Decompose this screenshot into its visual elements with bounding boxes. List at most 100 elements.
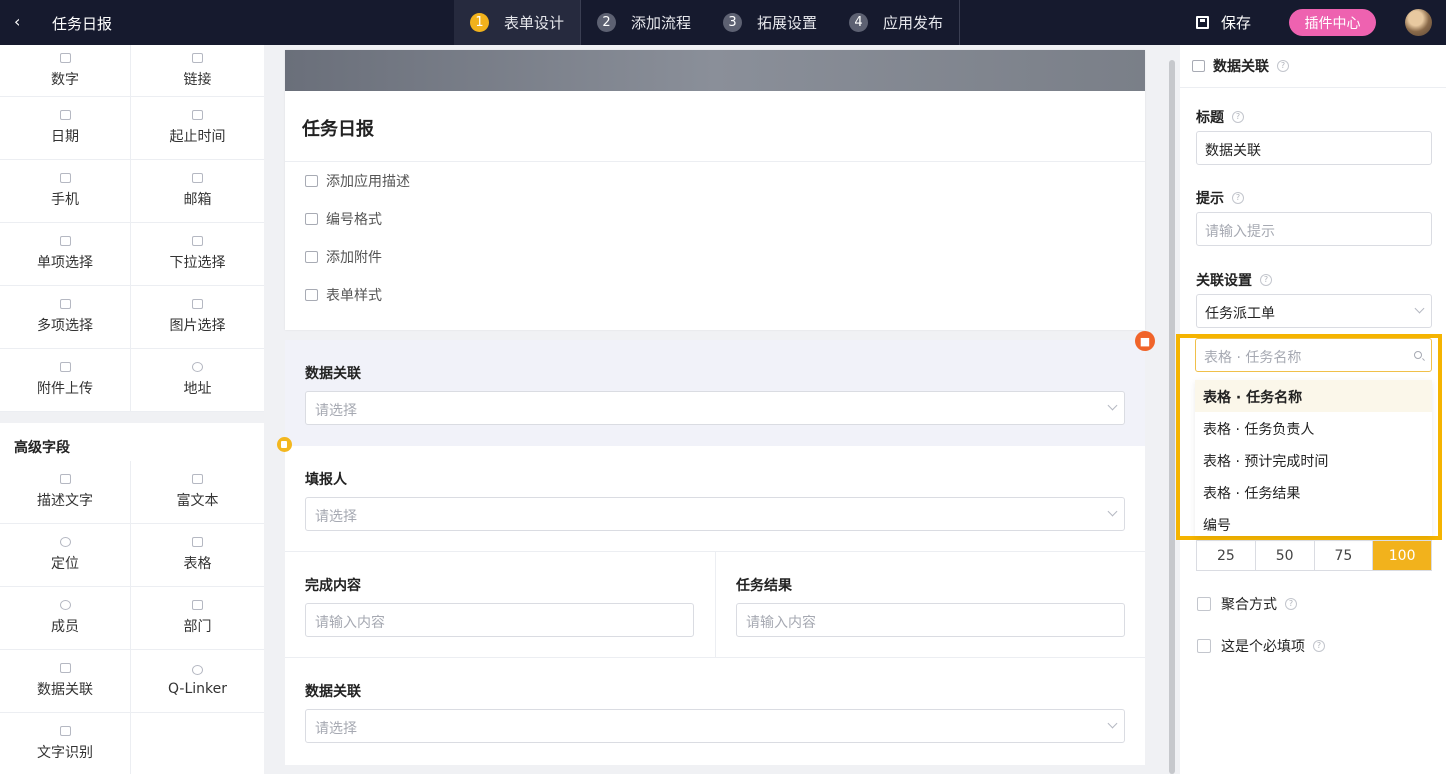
palette-item-department[interactable]: 部门 xyxy=(131,587,264,650)
step-number: 3 xyxy=(723,13,743,32)
palette-item-location[interactable]: 定位 xyxy=(0,524,131,587)
app-title: 任务日报 xyxy=(52,15,113,33)
form-fields-card: 数据关联 请选择 填报人 请选择 完成内容 请输入内容 任务结果 请输入内容 数… xyxy=(285,340,1145,765)
step-publish[interactable]: 4 应用发布 xyxy=(833,0,961,45)
palette-item-checkbox[interactable]: 多项选择 xyxy=(0,286,131,349)
phone-icon xyxy=(59,173,71,183)
palette-item-rich-text[interactable]: 富文本 xyxy=(131,461,264,524)
field-label: 数据关联 xyxy=(305,684,361,700)
form-title[interactable]: 任务日报 xyxy=(285,91,1145,162)
basic-fields-grid: 数字 链接 日期 起止时间 手机 邮箱 单项选择 下拉选择 多项选择 图片选择 … xyxy=(0,45,264,412)
palette-item-description[interactable]: 描述文字 xyxy=(0,461,131,524)
palette-item-phone[interactable]: 手机 xyxy=(0,160,131,223)
canvas-scrollbar[interactable] xyxy=(1169,60,1175,774)
checkbox-box[interactable] xyxy=(1197,639,1211,653)
help-icon[interactable]: ? xyxy=(1260,274,1272,286)
field-completed-content[interactable]: 完成内容 请输入内容 xyxy=(285,552,715,657)
save-button[interactable]: 保存 xyxy=(1196,12,1251,33)
field-task-result[interactable]: 任务结果 请输入内容 xyxy=(716,552,1145,657)
form-style-option[interactable]: 表单样式 xyxy=(285,276,1145,314)
panel-title: 数据关联 xyxy=(1213,59,1269,75)
palette-item-q-linker[interactable]: Q-Linker xyxy=(131,650,264,713)
palette-item-image-select[interactable]: 图片选择 xyxy=(131,286,264,349)
field-reporter[interactable]: 填报人 请选择 xyxy=(285,446,1145,551)
reporter-select[interactable]: 请选择 xyxy=(305,497,1125,531)
data-link-select-2[interactable]: 请选择 xyxy=(305,709,1125,743)
data-link-icon xyxy=(59,663,71,673)
title-input[interactable]: 数据关联 xyxy=(1196,131,1432,165)
width-option-25[interactable]: 25 xyxy=(1197,541,1256,570)
display-field-search[interactable]: 表格 · 任务名称 xyxy=(1195,338,1432,372)
add-attachment-option[interactable]: 添加附件 xyxy=(285,238,1145,276)
form-header-card: 任务日报 添加应用描述 编号格式 添加附件 表单样式 xyxy=(285,50,1145,330)
palette-item-ocr[interactable]: 文字识别 xyxy=(0,713,131,774)
step-form-design[interactable]: 1 表单设计 xyxy=(454,0,582,45)
hint-input[interactable]: 请输入提示 xyxy=(1196,212,1432,246)
field-label: 完成内容 xyxy=(305,578,361,594)
calendar-icon xyxy=(59,110,71,120)
help-icon[interactable]: ? xyxy=(1285,598,1297,610)
palette-item-address[interactable]: 地址 xyxy=(131,349,264,412)
chevron-down-icon xyxy=(1414,303,1425,314)
plugin-center-button[interactable]: 插件中心 xyxy=(1289,9,1376,36)
avatar[interactable] xyxy=(1405,9,1432,36)
dropdown-icon xyxy=(192,236,203,246)
width-option-50[interactable]: 50 xyxy=(1256,541,1315,570)
dropdown-option[interactable]: 表格 · 任务负责人 xyxy=(1195,412,1432,444)
palette-item-empty xyxy=(131,713,264,774)
palette-item-time-range[interactable]: 起止时间 xyxy=(131,97,264,160)
dropdown-option[interactable]: 表格 · 预计完成时间 xyxy=(1195,444,1432,476)
hint-setting-label: 提示? xyxy=(1196,188,1244,208)
palette-item-radio[interactable]: 单项选择 xyxy=(0,223,131,286)
palette-item-attachment[interactable]: 附件上传 xyxy=(0,349,131,412)
text-icon xyxy=(59,474,71,484)
checkbox-icon xyxy=(59,299,71,309)
width-option-100[interactable]: 100 xyxy=(1373,541,1431,570)
link-app-select[interactable]: 任务派工单 xyxy=(1196,294,1432,328)
chevron-left-icon[interactable]: ‹ xyxy=(14,12,20,31)
palette-item-link[interactable]: 链接 xyxy=(131,45,264,97)
trash-icon[interactable]: ■ xyxy=(1135,331,1155,351)
data-link-select[interactable]: 请选择 xyxy=(305,391,1125,425)
help-icon[interactable]: ? xyxy=(1313,640,1325,652)
advanced-fields-title: 高级字段 xyxy=(0,423,264,461)
palette-item-data-link[interactable]: 数据关联 xyxy=(0,650,131,713)
step-label: 表单设计 xyxy=(504,14,565,32)
field-data-link-2[interactable]: 数据关联 请选择 xyxy=(285,658,1145,765)
number-format-option[interactable]: 编号格式 xyxy=(285,200,1145,238)
search-icon xyxy=(1414,351,1422,359)
step-add-flow[interactable]: 2 添加流程 xyxy=(581,0,707,45)
panel-header: 数据关联 ? xyxy=(1180,45,1446,88)
palette-item-date[interactable]: 日期 xyxy=(0,97,131,160)
add-description-option[interactable]: 添加应用描述 xyxy=(285,162,1145,200)
help-icon[interactable]: ? xyxy=(1232,111,1244,123)
field-data-link-selected[interactable]: 数据关联 请选择 xyxy=(285,340,1145,446)
field-label: 任务结果 xyxy=(736,578,792,594)
help-icon[interactable]: ? xyxy=(1232,192,1244,204)
aggregate-checkbox[interactable]: 聚合方式 ? xyxy=(1197,594,1297,614)
help-icon[interactable]: ? xyxy=(1277,60,1289,72)
palette-item-email[interactable]: 邮箱 xyxy=(131,160,264,223)
palette-item-member[interactable]: 成员 xyxy=(0,587,131,650)
palette-item-dropdown[interactable]: 下拉选择 xyxy=(131,223,264,286)
attachment-icon xyxy=(59,362,71,372)
chevron-down-icon xyxy=(1107,718,1118,729)
task-result-input[interactable]: 请输入内容 xyxy=(736,603,1125,637)
dropdown-option[interactable]: 表格 · 任务名称 xyxy=(1195,380,1432,412)
checkbox-box[interactable] xyxy=(1197,597,1211,611)
step-extend-settings[interactable]: 3 拓展设置 xyxy=(707,0,833,45)
dropdown-option[interactable]: 编号 xyxy=(1195,508,1432,540)
dropdown-option[interactable]: 表格 · 任务结果 xyxy=(1195,476,1432,508)
completed-content-input[interactable]: 请输入内容 xyxy=(305,603,694,637)
required-checkbox[interactable]: 这是个必填项 ? xyxy=(1197,636,1325,656)
mail-icon xyxy=(192,173,203,183)
radio-icon xyxy=(59,236,71,246)
advanced-fields-grid: 描述文字 富文本 定位 表格 成员 部门 数据关联 Q-Linker 文字识别 xyxy=(0,461,264,774)
copy-icon[interactable] xyxy=(277,437,292,452)
org-chart-icon xyxy=(192,600,203,610)
data-link-icon xyxy=(1192,60,1205,72)
palette-item-number[interactable]: 数字 xyxy=(0,45,131,97)
width-option-75[interactable]: 75 xyxy=(1315,541,1374,570)
palette-item-table[interactable]: 表格 xyxy=(131,524,264,587)
clock-icon xyxy=(192,110,203,120)
